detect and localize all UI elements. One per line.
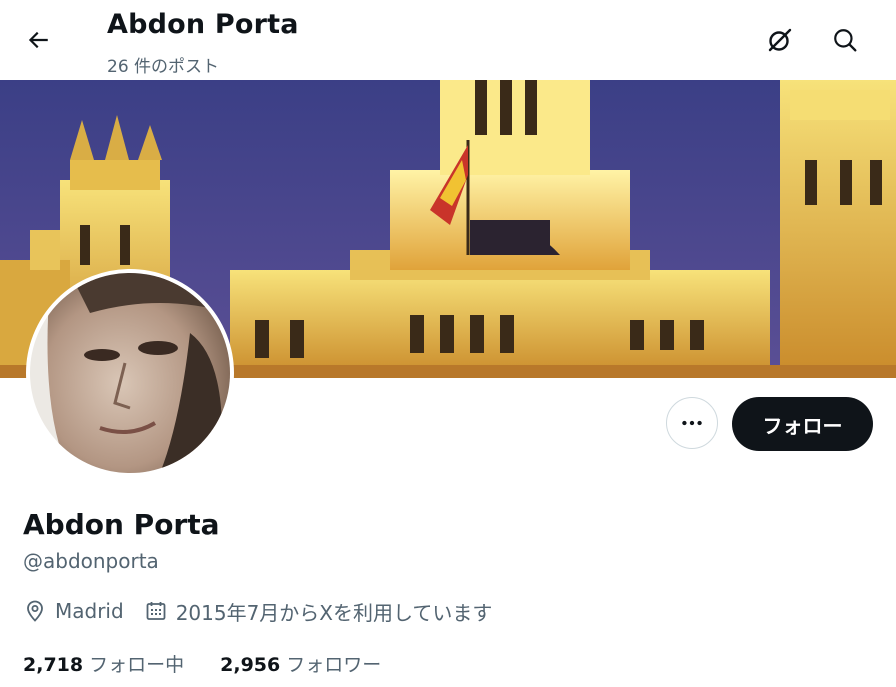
more-options-button[interactable] <box>666 397 718 449</box>
followers-link[interactable]: 2,956 フォロワー <box>220 650 381 677</box>
calendar-icon <box>146 602 166 620</box>
header-title: Abdon Porta <box>107 9 299 40</box>
joined-text: 2015年7月からXを利用しています <box>175 600 493 625</box>
grok-button[interactable] <box>760 20 800 60</box>
avatar-image <box>30 273 230 473</box>
followers-count: 2,956 <box>220 654 281 676</box>
search-button[interactable] <box>825 20 865 60</box>
location-text: Madrid <box>55 599 124 623</box>
joined-item: 2015年7月からXを利用しています <box>144 597 493 626</box>
more-dots-icon <box>682 420 702 426</box>
profile-handle: @abdonporta <box>23 549 159 573</box>
profile-header-bar: Abdon Porta 26 件のポスト <box>0 0 896 80</box>
profile-avatar[interactable] <box>26 269 234 477</box>
following-count: 2,718 <box>23 654 84 676</box>
search-icon <box>834 29 857 52</box>
post-count: 26 件のポスト <box>107 57 220 77</box>
following-label: フォロー中 <box>89 654 185 676</box>
arrow-left-icon <box>28 31 48 49</box>
followers-label: フォロワー <box>286 654 382 676</box>
grok-icon <box>768 28 792 52</box>
profile-stats: 2,718 フォロー中 2,956 フォロワー <box>23 650 417 677</box>
follow-button[interactable]: フォロー <box>732 397 873 451</box>
profile-name: Abdon Porta <box>23 508 220 541</box>
profile-meta: Madrid 2015年7月からXを利用しています <box>23 596 512 626</box>
location-item: Madrid <box>23 599 124 623</box>
following-link[interactable]: 2,718 フォロー中 <box>23 650 184 677</box>
back-button[interactable] <box>18 20 58 60</box>
location-pin-icon <box>27 600 43 622</box>
